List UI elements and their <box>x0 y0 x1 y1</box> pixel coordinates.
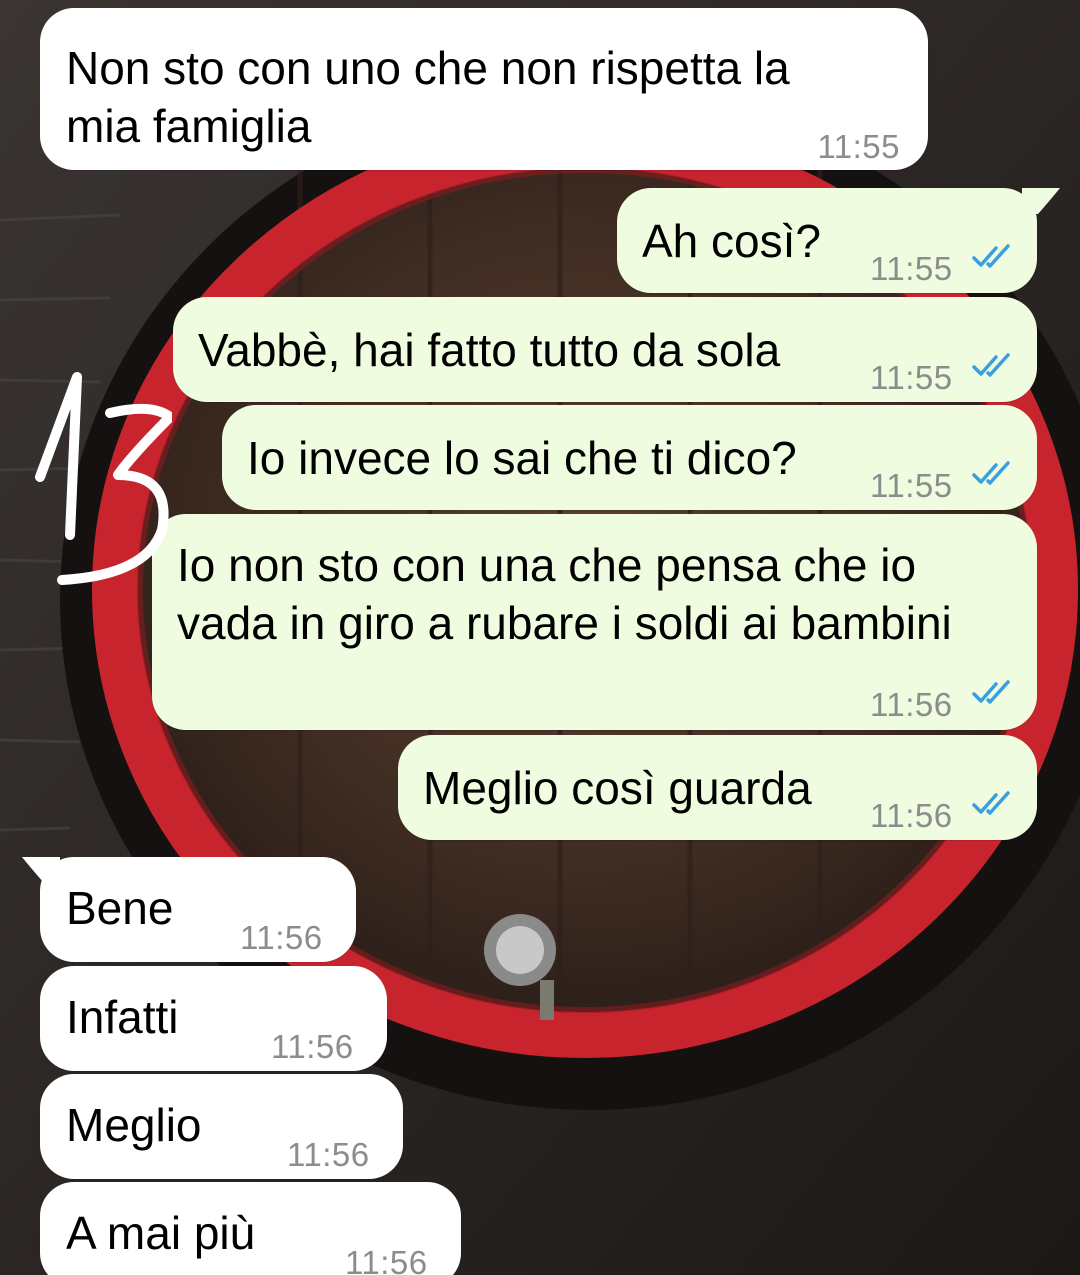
read-double-check-icon <box>972 244 1010 268</box>
incoming-message-bubble[interactable]: Non sto con uno che non rispetta la mia … <box>40 8 928 170</box>
incoming-message-bubble[interactable]: Infatti 11:56 <box>40 966 387 1071</box>
read-double-check-icon <box>972 353 1010 377</box>
message-time: 11:56 <box>240 919 323 956</box>
message-text: mia famiglia <box>66 100 312 152</box>
read-double-check-icon <box>972 680 1010 704</box>
message-text: Meglio <box>66 1099 202 1151</box>
outgoing-message-bubble[interactable]: Ah così? 11:55 <box>617 188 1037 293</box>
message-time: 11:55 <box>870 250 953 287</box>
outgoing-message-bubble[interactable]: Io invece lo sai che ti dico? 11:55 <box>222 405 1037 510</box>
outgoing-message-bubble[interactable]: Meglio così guarda 11:56 <box>398 735 1037 840</box>
message-text: Infatti <box>66 991 179 1043</box>
incoming-message-bubble[interactable]: A mai più 11:56 <box>40 1182 461 1275</box>
message-time: 11:55 <box>817 128 900 165</box>
message-text: Io invece lo sai che ti dico? <box>247 432 797 484</box>
message-text: Meglio così guarda <box>423 762 812 814</box>
message-text: A mai più <box>66 1207 256 1259</box>
message-time: 11:56 <box>870 686 953 723</box>
chat-screen: Non sto con uno che non rispetta la mia … <box>0 0 1080 1275</box>
outgoing-message-bubble[interactable]: Io non sto con una che pensa che io vada… <box>152 514 1037 730</box>
message-text: Non sto con uno che non rispetta la <box>66 42 790 94</box>
read-double-check-icon <box>972 461 1010 485</box>
message-time: 11:56 <box>345 1244 428 1275</box>
message-time: 11:55 <box>870 359 953 396</box>
message-text: Vabbè, hai fatto tutto da sola <box>198 324 781 376</box>
message-time: 11:55 <box>870 467 953 504</box>
message-time: 11:56 <box>271 1028 354 1065</box>
message-text: Ah così? <box>642 215 821 267</box>
message-text: Bene <box>66 882 174 934</box>
handwritten-13-icon <box>35 372 172 585</box>
message-text: Io non sto con una che pensa che io <box>177 539 917 591</box>
message-time: 11:56 <box>870 797 953 834</box>
incoming-message-bubble[interactable]: Bene 11:56 <box>40 857 356 962</box>
incoming-message-bubble[interactable]: Meglio 11:56 <box>40 1074 403 1179</box>
read-double-check-icon <box>972 791 1010 815</box>
outgoing-message-bubble[interactable]: Vabbè, hai fatto tutto da sola 11:55 <box>173 297 1037 402</box>
message-time: 11:56 <box>287 1136 370 1173</box>
message-text: vada in giro a rubare i soldi ai bambini <box>177 597 952 649</box>
